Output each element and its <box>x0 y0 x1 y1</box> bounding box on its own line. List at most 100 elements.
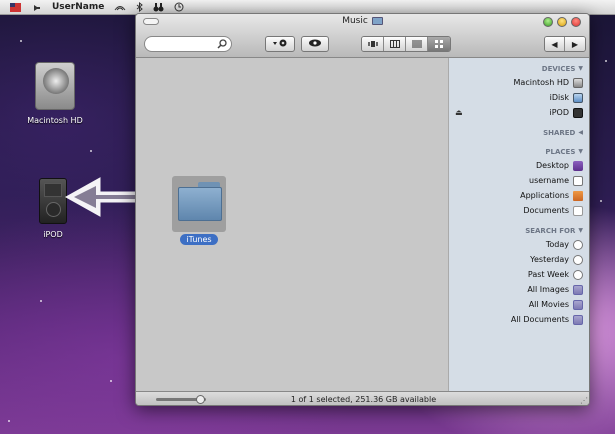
sidebar-item-applications[interactable]: Applications <box>449 188 589 203</box>
list-icon <box>411 40 422 48</box>
sidebar-section-devices[interactable]: DEVICES ▼ <box>449 62 589 75</box>
forward-button[interactable]: ▶ <box>565 37 585 51</box>
back-button[interactable]: ◀ <box>545 37 565 51</box>
sidebar-section-shared[interactable]: SHARED ◀ <box>449 126 589 139</box>
star <box>20 40 22 42</box>
applications-icon <box>573 190 583 201</box>
close-button[interactable] <box>571 17 581 27</box>
star <box>600 200 602 202</box>
clock-icon <box>573 254 583 265</box>
section-title: SHARED <box>543 128 576 137</box>
resize-grip-icon[interactable]: ⋰ <box>580 396 588 405</box>
sidebar-item-label: All Documents <box>510 315 569 324</box>
smart-folder-icon <box>573 284 583 295</box>
hard-drive-icon <box>35 62 75 110</box>
coverflow-view-button[interactable] <box>362 37 384 51</box>
search-icon <box>217 39 227 49</box>
folder-icon <box>176 182 222 222</box>
section-title: PLACES <box>545 147 576 156</box>
ipod-label: iPOD <box>43 230 63 239</box>
sidebar-item-label: iPOD <box>549 108 569 117</box>
idisk-icon <box>573 92 583 103</box>
sidebar-item-documents[interactable]: Documents <box>449 203 589 218</box>
eject-icon[interactable]: ⏏ <box>455 108 463 117</box>
title-bar[interactable]: Music ◀ ▶ <box>136 14 589 58</box>
sidebar-item-label: Macintosh HD <box>513 78 569 87</box>
sidebar-item-ipod[interactable]: ⏏ iPOD <box>449 105 589 120</box>
smart-folder-icon <box>573 299 583 310</box>
window-title: Music <box>136 16 589 26</box>
sidebar-item-label: Past Week <box>527 270 569 279</box>
sidebar-item-username[interactable]: username <box>449 173 589 188</box>
star <box>110 380 112 382</box>
quick-look-button[interactable] <box>301 36 329 52</box>
star <box>605 60 607 62</box>
star <box>8 420 10 422</box>
folder-label: iTunes <box>180 234 218 245</box>
sidebar-section-search-for[interactable]: SEARCH FOR ▼ <box>449 224 589 237</box>
action-button[interactable] <box>265 36 295 52</box>
sidebar-item-all-documents[interactable]: All Documents <box>449 312 589 327</box>
clock-icon <box>573 239 583 250</box>
section-title: SEARCH FOR <box>525 226 576 235</box>
grid-icon <box>435 40 443 48</box>
arrow-left-icon: ◀ <box>545 37 564 51</box>
sidebar-item-idisk[interactable]: iDisk <box>449 90 589 105</box>
navigation-buttons: ◀ ▶ <box>544 36 586 52</box>
macintosh-hd-desktop-icon[interactable]: Macintosh HD <box>20 62 90 125</box>
wifi-icon[interactable] <box>114 0 126 15</box>
hard-drive-icon <box>573 77 583 88</box>
status-bar: 1 of 1 selected, 251.36 GB available ⋰ <box>136 391 589 405</box>
sidebar-item-label: Documents <box>523 206 569 215</box>
list-view-button[interactable] <box>406 37 428 51</box>
sidebar-item-label: All Images <box>527 285 569 294</box>
star <box>40 300 42 302</box>
window-title-text: Music <box>342 16 368 26</box>
clock-icon <box>573 269 583 280</box>
itunes-folder[interactable]: iTunes <box>170 176 228 245</box>
documents-icon <box>573 205 583 216</box>
sidebar-item-today[interactable]: Today <box>449 237 589 252</box>
column-view-button[interactable] <box>384 37 406 51</box>
disclosure-triangle-icon: ▼ <box>578 65 583 72</box>
smart-folder-icon <box>573 314 583 325</box>
sidebar-item-label: username <box>529 176 569 185</box>
view-mode-switcher <box>361 36 451 52</box>
sidebar-item-label: All Movies <box>528 300 569 309</box>
coverflow-icon <box>367 41 378 47</box>
sidebar-item-macintosh-hd[interactable]: Macintosh HD <box>449 75 589 90</box>
sidebar-item-label: Applications <box>520 191 569 200</box>
flag-icon[interactable] <box>10 0 21 15</box>
ipod-icon <box>573 107 583 118</box>
sidebar-section-places[interactable]: PLACES ▼ <box>449 145 589 158</box>
sidebar-item-label: Yesterday <box>530 255 569 264</box>
eye-icon <box>308 39 322 50</box>
username-menu[interactable]: UserName <box>52 0 104 15</box>
zoom-button[interactable] <box>543 17 553 27</box>
sidebar-item-desktop[interactable]: Desktop <box>449 158 589 173</box>
sidebar-item-label: Desktop <box>536 161 569 170</box>
star <box>90 150 92 152</box>
sidebar-item-all-movies[interactable]: All Movies <box>449 297 589 312</box>
sidebar-item-label: iDisk <box>549 93 569 102</box>
finder-window: Music ◀ ▶ iTunes DEVICES ▼ Macintosh HD … <box>135 13 590 406</box>
folder-icon <box>371 17 383 25</box>
sidebar-item-yesterday[interactable]: Yesterday <box>449 252 589 267</box>
sidebar-item-all-images[interactable]: All Images <box>449 282 589 297</box>
desktop-icon <box>573 160 583 171</box>
arrow-right-icon: ▶ <box>565 37 585 51</box>
minimize-button[interactable] <box>557 17 567 27</box>
columns-icon <box>389 40 400 48</box>
macintosh-hd-label: Macintosh HD <box>27 116 83 125</box>
disclosure-triangle-icon: ▼ <box>578 227 583 234</box>
sidebar-item-past-week[interactable]: Past Week <box>449 267 589 282</box>
search-input[interactable] <box>144 36 232 52</box>
home-icon <box>573 175 583 186</box>
file-browser-area[interactable]: iTunes <box>136 58 448 391</box>
volume-icon[interactable] <box>31 0 42 15</box>
section-title: DEVICES <box>541 64 576 73</box>
sidebar: DEVICES ▼ Macintosh HD iDisk ⏏ iPOD SHAR… <box>448 58 589 391</box>
status-text: 1 of 1 selected, 251.36 GB available <box>290 395 437 404</box>
disclosure-triangle-icon: ◀ <box>578 129 583 136</box>
icon-view-button[interactable] <box>428 37 450 51</box>
